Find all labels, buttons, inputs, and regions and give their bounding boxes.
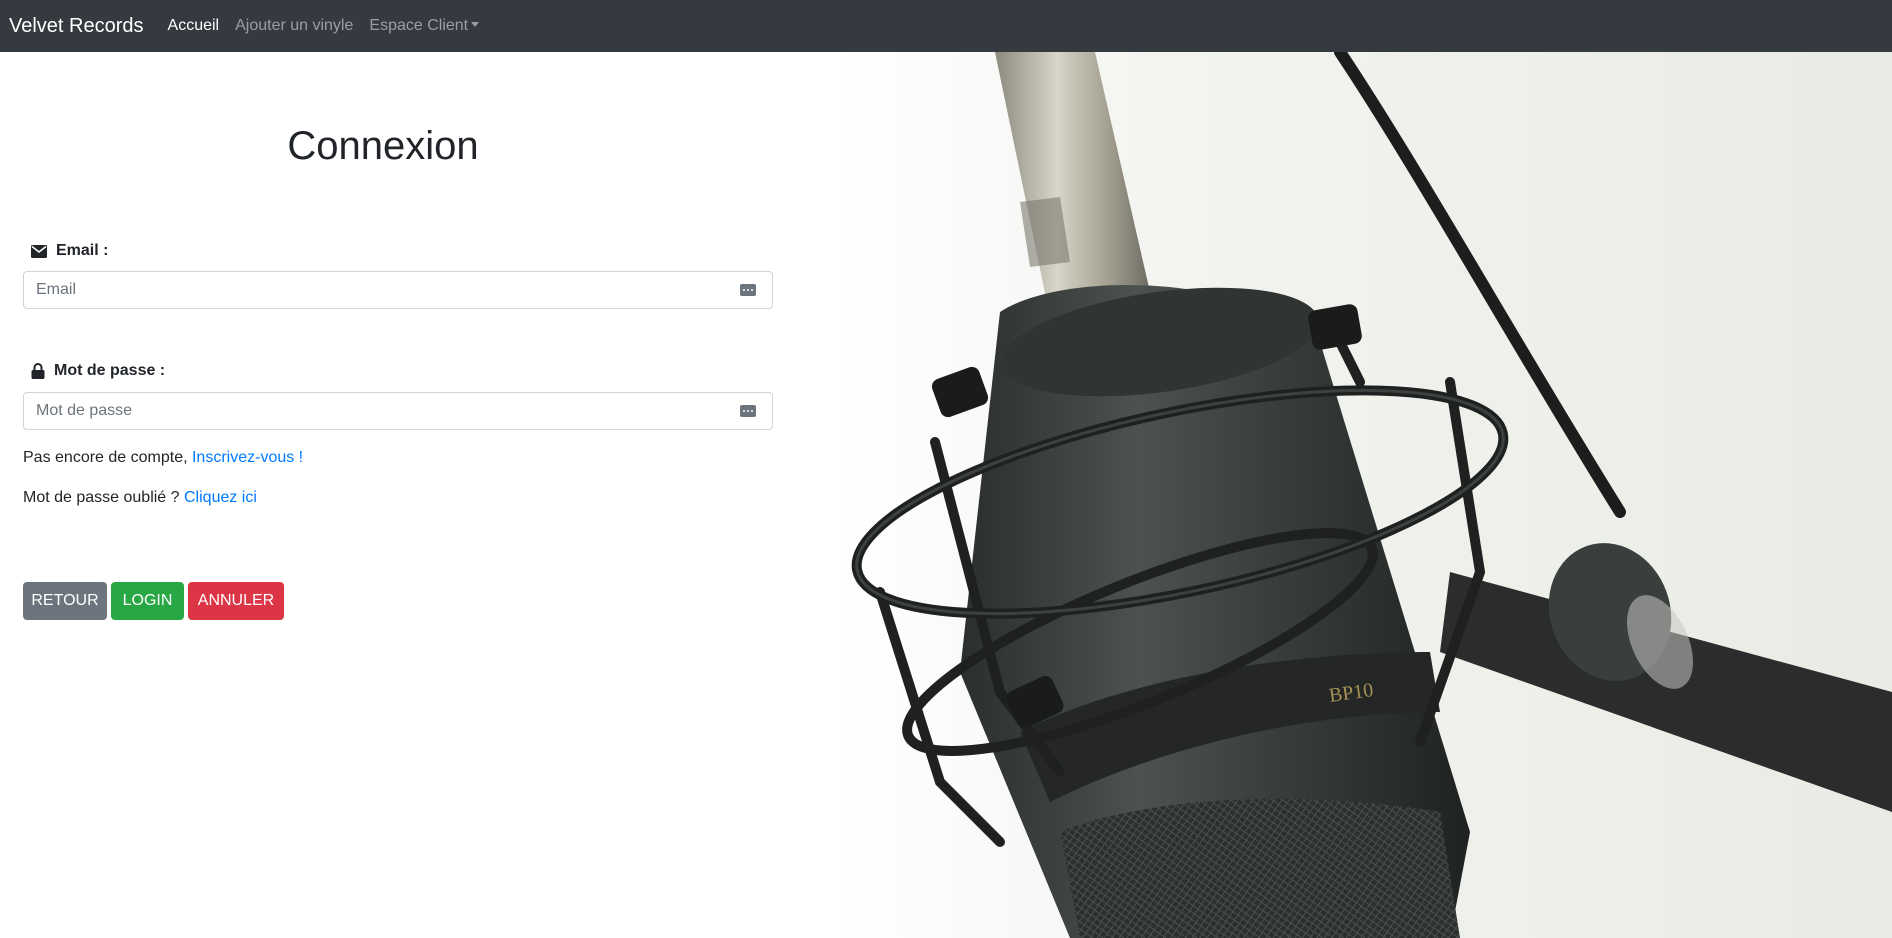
signup-link[interactable]: Inscrivez-vous !: [192, 449, 303, 466]
nav-link-ajouter-vinyle[interactable]: Ajouter un vinyle: [235, 17, 353, 35]
autofill-key-icon[interactable]: [740, 284, 756, 296]
autofill-key-icon[interactable]: [740, 405, 756, 417]
nav-dropdown-label: Espace Client: [369, 17, 469, 34]
navbar: Velvet Records Accueil Ajouter un vinyle…: [0, 0, 1892, 52]
login-button[interactable]: LOGIN: [111, 582, 184, 620]
password-field-wrapper: [23, 392, 773, 430]
signup-text: Pas encore de compte,: [23, 449, 192, 466]
email-field-wrapper: [23, 271, 773, 309]
page-title: Connexion: [287, 124, 479, 168]
nav-dropdown-espace-client[interactable]: Espace Client: [369, 17, 480, 35]
nav-link-accueil[interactable]: Accueil: [168, 17, 220, 35]
forgot-text: Mot de passe oublié ?: [23, 489, 184, 506]
login-form: Connexion Email : Mot de passe : Pas enc…: [0, 52, 800, 938]
cancel-button[interactable]: ANNULER: [188, 582, 284, 620]
forgot-password-link[interactable]: Cliquez ici: [184, 489, 257, 506]
signup-prompt: Pas encore de compte, Inscrivez-vous !: [23, 449, 303, 467]
email-label: Email :: [56, 242, 109, 259]
brand-logo[interactable]: Velvet Records: [9, 15, 144, 38]
lock-icon: [31, 363, 45, 379]
back-button[interactable]: RETOUR: [23, 582, 107, 620]
forgot-password-prompt: Mot de passe oublié ? Cliquez ici: [23, 489, 257, 507]
envelope-icon: [31, 244, 47, 258]
email-input[interactable]: [24, 281, 740, 299]
password-label-row: Mot de passe :: [31, 362, 165, 380]
caret-down-icon: [471, 22, 480, 27]
password-label: Mot de passe :: [54, 362, 166, 379]
password-input[interactable]: [24, 402, 740, 420]
email-label-row: Email :: [31, 242, 108, 260]
